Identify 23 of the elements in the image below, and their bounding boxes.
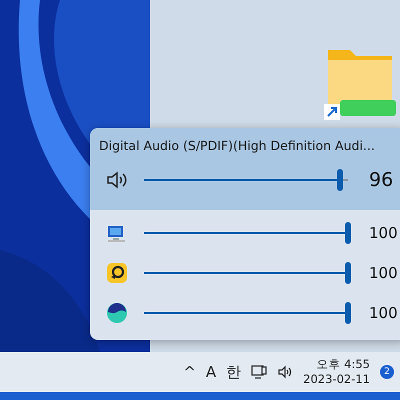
volume-slider[interactable] — [141, 262, 351, 284]
speaker-icon[interactable] — [277, 364, 294, 380]
volume-value: 100 — [369, 224, 398, 242]
ime-indicator[interactable]: 한 — [226, 362, 242, 382]
notification-badge[interactable]: 2 — [380, 365, 394, 379]
volume-value: 100 — [369, 304, 398, 322]
slider-thumb[interactable] — [345, 302, 351, 324]
input-mode-indicator[interactable]: A — [206, 363, 216, 381]
clock-date[interactable]: 2023-02-11 — [303, 372, 370, 387]
slider-thumb[interactable] — [345, 222, 351, 244]
volume-value: 100 — [369, 264, 398, 282]
show-hidden-icons-button[interactable]: ^ — [183, 363, 196, 381]
volume-slider[interactable] — [141, 169, 351, 191]
slider-thumb[interactable] — [336, 169, 343, 191]
clock-time[interactable]: 오후 4:55 — [316, 357, 370, 372]
network-icon[interactable] — [251, 364, 268, 380]
volume-slider[interactable] — [141, 302, 351, 324]
slider-thumb[interactable] — [345, 262, 351, 284]
volume-value: 96 — [369, 169, 394, 191]
device-name[interactable]: Digital Audio (S/PDIF)(High Definition Audi... — [99, 138, 398, 153]
remote-app-icon — [105, 261, 129, 285]
volume-slider[interactable] — [141, 222, 351, 244]
whale-icon — [105, 301, 129, 325]
